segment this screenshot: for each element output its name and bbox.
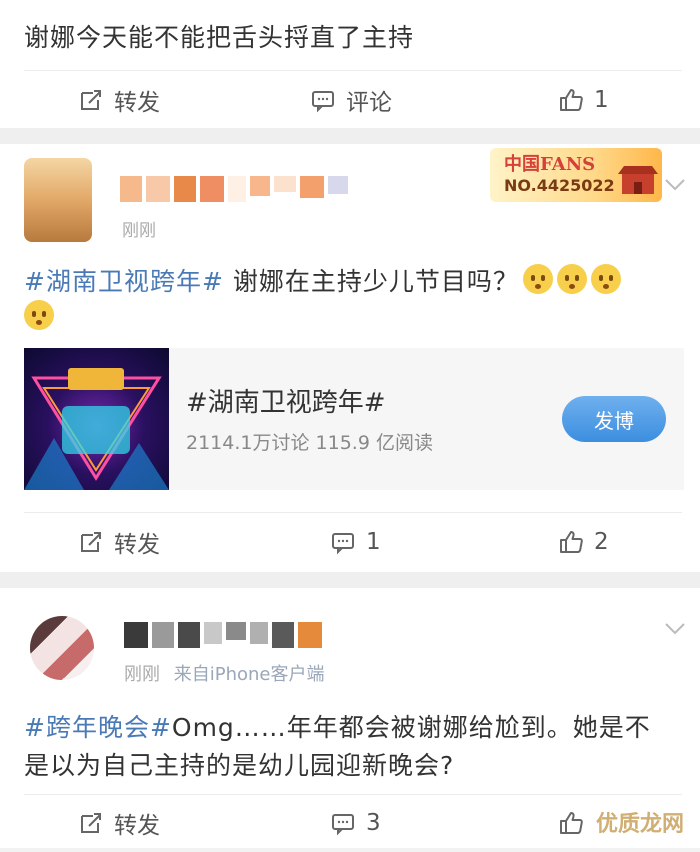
comment-icon [330,810,356,836]
emoji-icon [557,264,587,294]
post-text-line2: 是以为自己主持的是幼儿园迎新晚会? [24,746,454,782]
topic-card-title: #湖南卫视跨年# [186,382,386,419]
fans-badge[interactable]: 中国FANS NO.4425022 [490,148,662,202]
like-icon [558,810,584,836]
topic-thumbnail [24,348,169,490]
repost-button[interactable]: 转发 [78,512,160,572]
post-card-1: 谢娜今天能不能把舌头捋直了主持 转发 评论 1 [0,0,700,128]
post-text: 谢娜今天能不能把舌头捋直了主持 [24,18,414,54]
comment-count: 3 [366,810,381,836]
emoji-icon [24,300,54,330]
emoji-icon [523,264,553,294]
like-button[interactable]: 2 [558,512,609,572]
post-source: 来自iPhone客户端 [174,664,325,685]
thumbnail-art [24,348,169,490]
repost-icon [78,529,104,555]
feed-gap [0,572,700,588]
emoji-line [24,300,54,330]
like-count: 2 [594,529,609,555]
comment-icon [330,529,356,555]
post-text-body: 谢娜在主持少儿节目吗？ [224,267,519,296]
repost-button[interactable]: 转发 [78,70,160,130]
comment-count: 1 [366,529,381,555]
action-bar: 转发 1 2 [0,512,700,572]
repost-icon [78,810,104,836]
avatar[interactable] [24,158,92,242]
topic-link[interactable]: #跨年晚会# [24,713,172,742]
comment-button[interactable]: 评论 [310,70,392,130]
post-text-line1: Omg……年年都会被谢娜给尬到。她是不 [172,713,651,742]
username-mosaic[interactable] [124,622,322,648]
repost-icon [78,87,104,113]
topic-link[interactable]: #湖南卫视跨年# [24,267,224,296]
emoji-icon [591,264,621,294]
topic-card[interactable]: #湖南卫视跨年# 2114.1万讨论 115.9 亿阅读 发博 [24,348,684,490]
username-mosaic[interactable] [120,176,348,202]
comment-label: 评论 [346,83,392,117]
like-button[interactable] [558,794,584,852]
action-bar: 转发 评论 1 [0,70,700,130]
repost-label: 转发 [114,83,160,117]
feed-gap [0,128,700,144]
repost-label: 转发 [114,806,160,840]
comment-icon [310,87,336,113]
like-icon [558,87,584,113]
post-weibo-button[interactable]: 发博 [562,396,666,442]
repost-button[interactable]: 转发 [78,794,160,852]
post-time-text: 刚刚 [124,664,160,685]
chevron-down-icon[interactable] [664,622,686,636]
avatar[interactable] [30,616,94,680]
comment-button[interactable]: 1 [330,512,381,572]
like-icon [558,529,584,555]
chevron-down-icon[interactable] [664,178,686,192]
post-text: #湖南卫视跨年# 谢娜在主持少儿节目吗？ [24,262,621,298]
badge-brand: 中国FANS [504,150,595,176]
gate-icon [618,156,658,196]
like-count: 1 [594,87,609,113]
like-button[interactable]: 1 [558,70,609,130]
post-time: 刚刚 来自iPhone客户端 [124,660,325,686]
badge-number: NO.4425022 [504,176,615,195]
post-text: #跨年晚会#Omg……年年都会被谢娜给尬到。她是不 [24,708,651,744]
comment-button[interactable]: 3 [330,794,381,852]
watermark-logo: 优质龙网 [596,806,684,838]
post-time: 刚刚 [122,216,156,241]
topic-card-stats: 2114.1万讨论 115.9 亿阅读 [186,428,433,455]
repost-label: 转发 [114,525,160,559]
